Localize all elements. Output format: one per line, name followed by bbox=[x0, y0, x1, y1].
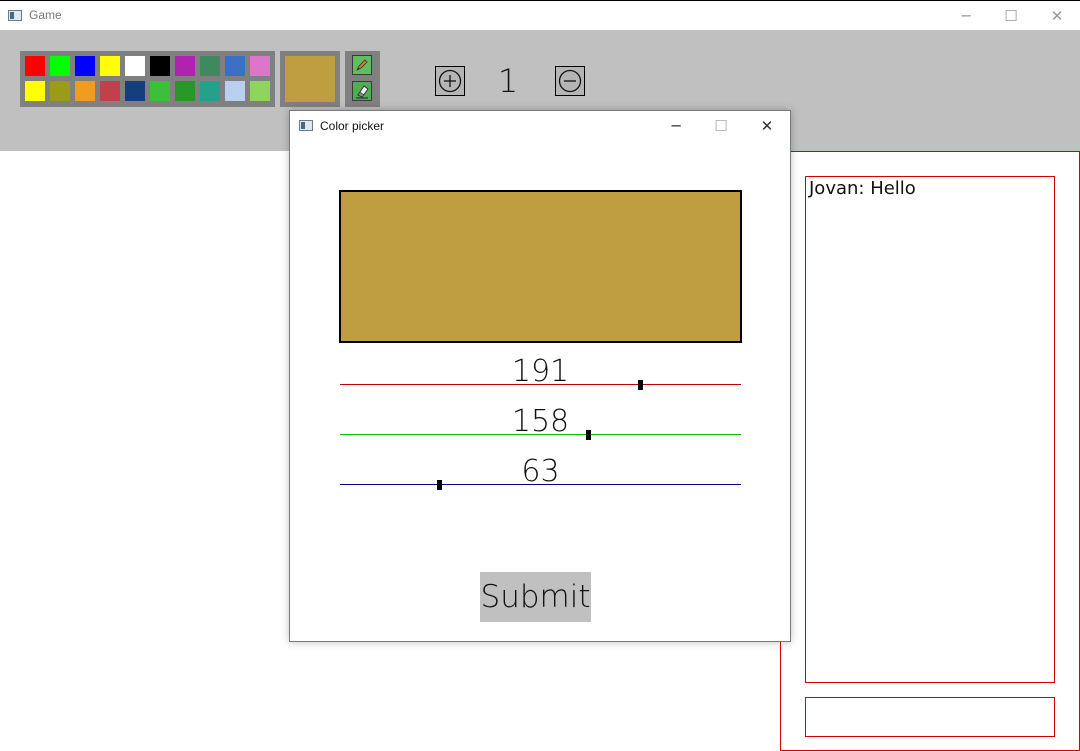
app-window-icon bbox=[8, 10, 22, 21]
blue-slider-thumb[interactable] bbox=[436, 480, 442, 490]
eraser-icon bbox=[356, 85, 369, 99]
red-slider-thumb[interactable] bbox=[637, 380, 643, 390]
tool-panel bbox=[345, 51, 380, 107]
pencil-icon bbox=[356, 59, 368, 71]
palette-swatch[interactable] bbox=[175, 56, 195, 76]
blue-slider[interactable]: 63 bbox=[340, 454, 741, 504]
palette-swatch[interactable] bbox=[75, 56, 95, 76]
window-title: Game bbox=[29, 8, 62, 22]
palette-swatch[interactable] bbox=[125, 81, 145, 101]
dialog-maximize-button[interactable]: ☐ bbox=[698, 111, 744, 141]
color-preview bbox=[339, 190, 742, 343]
palette-swatch[interactable] bbox=[25, 81, 45, 101]
minus-circle-icon bbox=[558, 69, 582, 93]
green-slider[interactable]: 158 bbox=[340, 404, 741, 454]
maximize-button[interactable]: ☐ bbox=[988, 1, 1034, 31]
dialog-title: Color picker bbox=[320, 119, 385, 133]
brush-size-increase-button[interactable] bbox=[435, 66, 465, 96]
brush-size-decrease-button[interactable] bbox=[555, 66, 585, 96]
dialog-window-icon bbox=[299, 120, 313, 131]
blue-slider-track[interactable] bbox=[340, 484, 741, 485]
dialog-titlebar[interactable]: Color picker ─ ☐ ✕ bbox=[290, 111, 790, 141]
palette-swatch[interactable] bbox=[150, 81, 170, 101]
red-slider-track[interactable] bbox=[340, 384, 741, 385]
palette-swatch[interactable] bbox=[175, 81, 195, 101]
minimize-button[interactable]: ─ bbox=[943, 1, 989, 31]
color-palette bbox=[20, 51, 275, 107]
close-button[interactable]: ✕ bbox=[1034, 1, 1080, 31]
current-color-swatch bbox=[285, 56, 335, 102]
palette-swatch[interactable] bbox=[150, 56, 170, 76]
palette-swatch[interactable] bbox=[50, 81, 70, 101]
pencil-tool-button[interactable] bbox=[352, 55, 372, 75]
submit-button[interactable]: Submit bbox=[480, 572, 591, 622]
chat-message: Jovan: Hello bbox=[809, 178, 916, 199]
palette-swatch[interactable] bbox=[100, 56, 120, 76]
color-picker-dialog: Color picker ─ ☐ ✕ 191 158 63 Submit bbox=[289, 110, 791, 642]
green-slider-track[interactable] bbox=[340, 434, 741, 435]
chat-log[interactable]: Jovan: Hello bbox=[805, 176, 1055, 683]
palette-swatch[interactable] bbox=[50, 56, 70, 76]
eraser-tool-button[interactable] bbox=[352, 81, 372, 101]
palette-swatch[interactable] bbox=[200, 56, 220, 76]
dialog-close-button[interactable]: ✕ bbox=[744, 111, 790, 141]
palette-swatch[interactable] bbox=[125, 56, 145, 76]
palette-swatch[interactable] bbox=[25, 56, 45, 76]
palette-swatch[interactable] bbox=[75, 81, 95, 101]
main-window-titlebar[interactable]: Game ─ ☐ ✕ bbox=[0, 0, 1080, 30]
dialog-minimize-button[interactable]: ─ bbox=[653, 111, 699, 141]
current-color-display bbox=[280, 51, 340, 107]
palette-swatch[interactable] bbox=[225, 81, 245, 101]
palette-swatch[interactable] bbox=[100, 81, 120, 101]
palette-swatch[interactable] bbox=[250, 81, 270, 101]
chat-input-field[interactable] bbox=[805, 697, 1055, 737]
red-slider[interactable]: 191 bbox=[340, 354, 741, 404]
plus-circle-icon bbox=[438, 69, 462, 93]
brush-size-value: 1 bbox=[497, 62, 519, 100]
palette-swatch[interactable] bbox=[200, 81, 220, 101]
palette-swatch[interactable] bbox=[225, 56, 245, 76]
green-slider-thumb[interactable] bbox=[586, 430, 592, 440]
palette-swatch[interactable] bbox=[250, 56, 270, 76]
